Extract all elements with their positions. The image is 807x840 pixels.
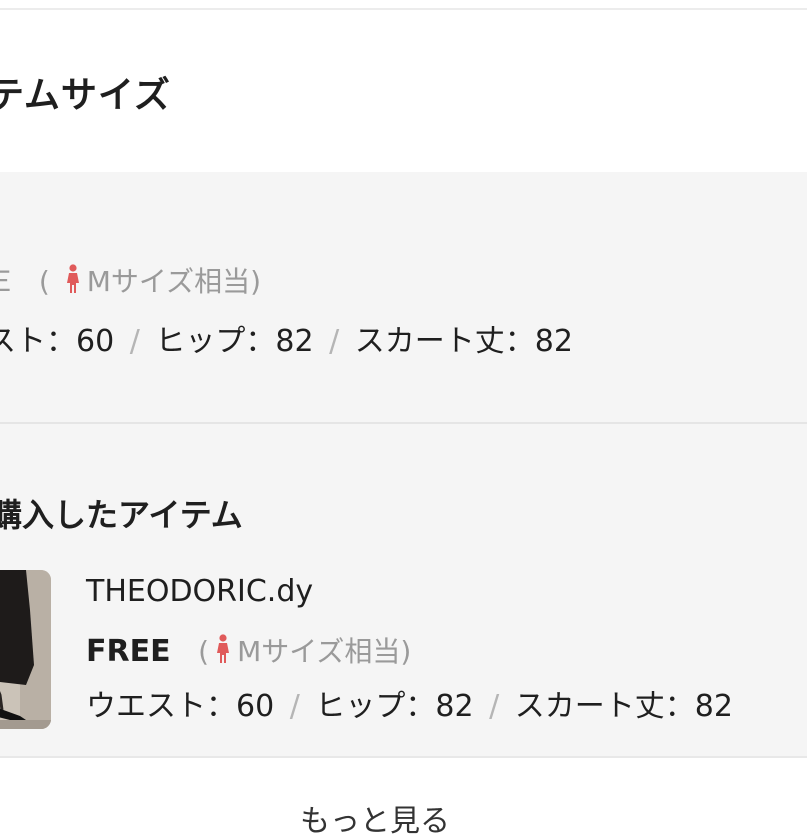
size-equivalent: Mサイズ相当)	[86, 265, 262, 298]
product-size-line: FREE ( Mサイズ相当)	[86, 630, 411, 672]
separator: /	[129, 324, 140, 359]
separator: /	[489, 689, 500, 724]
skirt-length-value: 82	[534, 324, 573, 359]
paren-open: (	[38, 265, 50, 298]
size-equivalent: Mサイズ相当)	[237, 635, 412, 668]
waist-value: 60	[76, 324, 115, 359]
person-female-icon	[215, 634, 231, 672]
hip-label: ヒップ：	[155, 324, 276, 359]
hip-value: 82	[435, 689, 474, 724]
product-measurements-line: ウエスト：60 / ヒップ：82 / スカート丈：82	[86, 681, 733, 725]
product-thumbnail[interactable]	[0, 570, 51, 729]
product-brand[interactable]: THEODORIC.dy	[86, 574, 313, 609]
section-title: テムサイズ	[0, 75, 171, 116]
hip-label: ヒップ：	[315, 689, 436, 724]
size-label: Ｅ	[0, 265, 17, 298]
skirt-length-label: スカート丈：	[514, 689, 695, 724]
measurements-line: スト：60 / ヒップ：82 / スカート丈：82	[0, 316, 573, 360]
separator: /	[329, 324, 340, 359]
skirt-length-value: 82	[694, 689, 733, 724]
separator: /	[289, 689, 300, 724]
waist-label: ウエスト：	[86, 689, 236, 724]
see-more-link[interactable]: もっと見る	[300, 796, 450, 840]
hip-value: 82	[275, 324, 314, 359]
waist-label: スト：	[0, 324, 76, 359]
top-border	[0, 8, 807, 10]
waist-value: 60	[236, 689, 275, 724]
skirt-length-label: スカート丈：	[354, 324, 535, 359]
paren-open: (	[198, 635, 210, 668]
person-female-icon	[65, 264, 81, 301]
size-summary-line: Ｅ ( Mサイズ相当)	[0, 260, 261, 301]
purchased-items-title: 購入したアイテム	[0, 496, 243, 534]
product-size: FREE	[86, 634, 171, 669]
